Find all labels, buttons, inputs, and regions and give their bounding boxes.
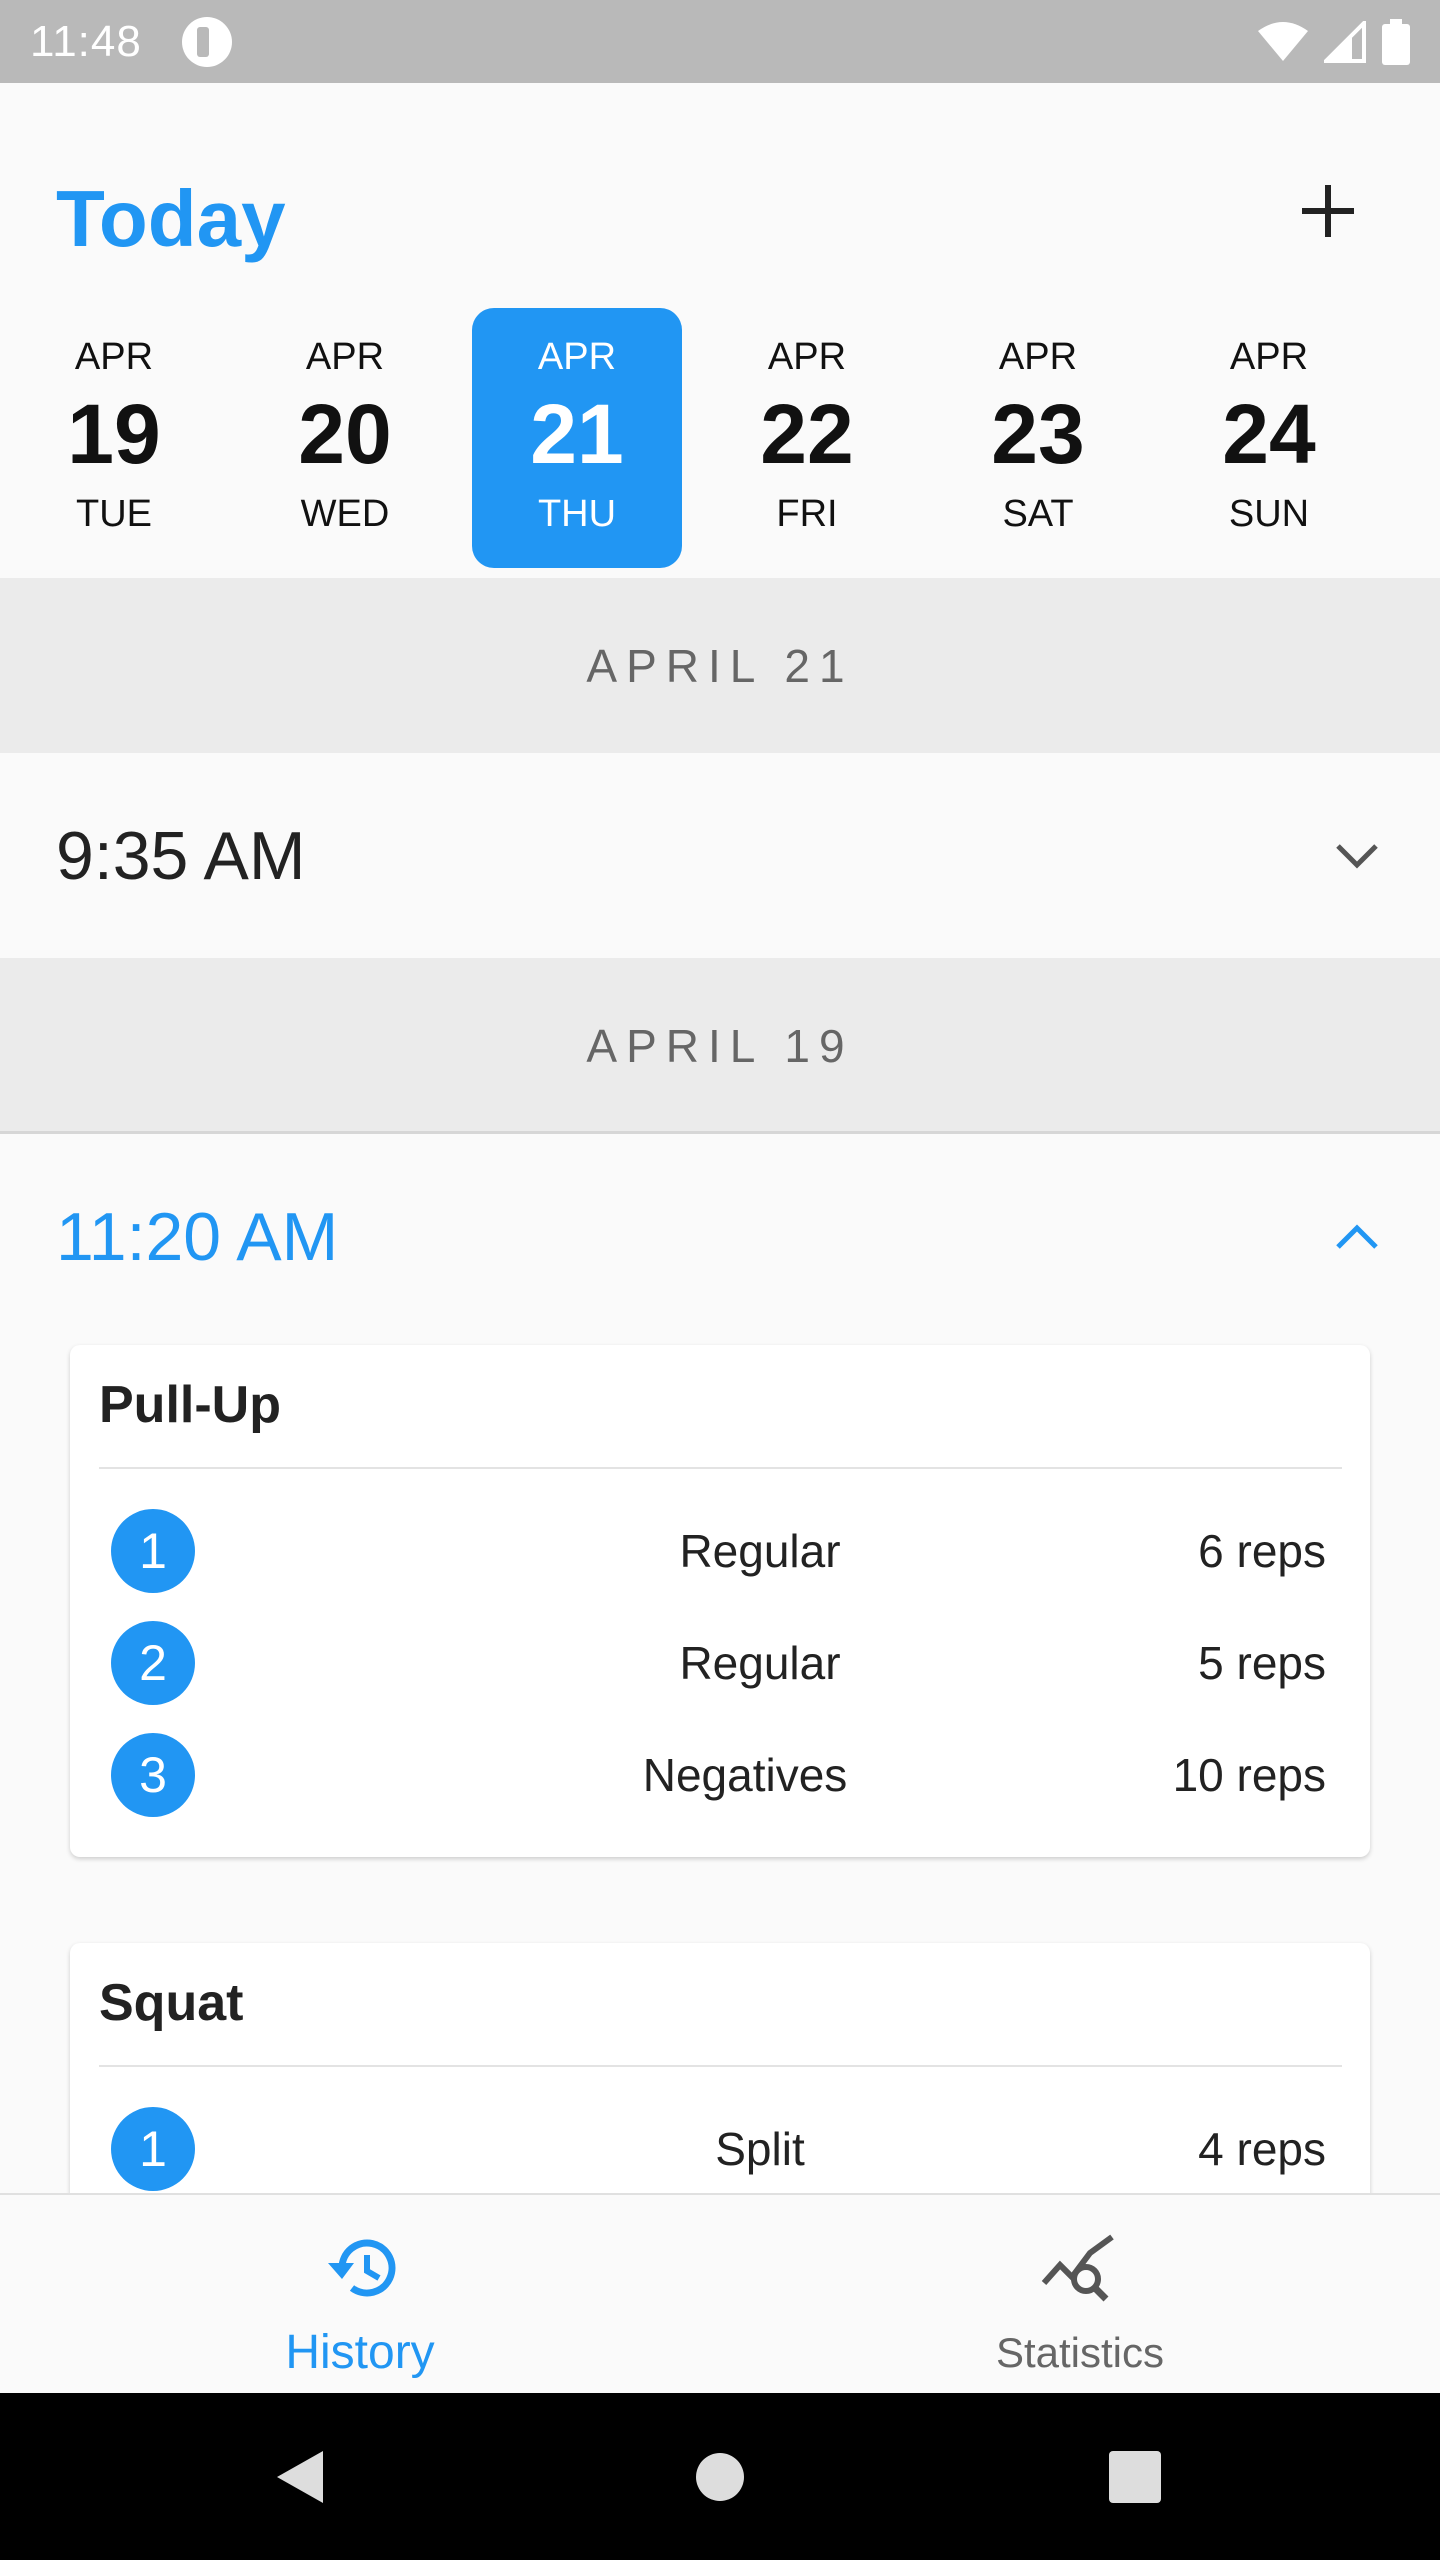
exercise-card-pull-up[interactable]: Pull-Up 1 Regular 6 reps 2 Regular 5 rep… bbox=[70, 1345, 1370, 1857]
status-bar: 11:48 bbox=[0, 0, 1440, 83]
set-reps: 4 reps bbox=[1198, 2123, 1326, 2175]
date-day: 20 bbox=[298, 387, 392, 481]
set-reps: 6 reps bbox=[1198, 1525, 1326, 1577]
set-reps: 5 reps bbox=[1198, 1637, 1326, 1689]
date-day: 22 bbox=[760, 387, 854, 481]
set-type: Negatives bbox=[642, 1749, 848, 1801]
set-row: 1 Split 4 reps bbox=[70, 2093, 1370, 2205]
section-header-april-21: APRIL 21 bbox=[0, 578, 1440, 753]
tab-statistics[interactable]: Statistics bbox=[720, 2195, 1440, 2395]
recents-icon[interactable] bbox=[1109, 2450, 1161, 2503]
back-icon[interactable] bbox=[273, 2447, 327, 2507]
tab-history[interactable]: History bbox=[0, 2195, 720, 2395]
date-strip: APR 19 TUE APR 20 WED APR 21 THU APR 22 … bbox=[0, 308, 1440, 568]
date-item-19[interactable]: APR 19 TUE bbox=[9, 308, 219, 568]
date-month: APR bbox=[305, 336, 385, 378]
exercise-name: Squat bbox=[99, 1974, 244, 2032]
date-weekday: SAT bbox=[1002, 493, 1074, 535]
status-time: 11:48 bbox=[30, 16, 142, 66]
date-item-20[interactable]: APR 20 WED bbox=[240, 308, 450, 568]
session-time: 9:35 AM bbox=[56, 817, 306, 894]
add-workout-button[interactable] bbox=[1290, 173, 1366, 249]
date-weekday: THU bbox=[537, 493, 617, 535]
exercise-name: Pull-Up bbox=[99, 1376, 281, 1434]
history-icon bbox=[328, 2239, 396, 2297]
tab-history-label: History bbox=[285, 2326, 435, 2379]
date-item-21-selected[interactable]: APR 21 THU bbox=[472, 308, 682, 568]
date-item-22[interactable]: APR 22 FRI bbox=[702, 308, 912, 568]
tab-statistics-label: Statistics bbox=[995, 2329, 1165, 2376]
set-number-badge: 1 bbox=[111, 2107, 195, 2191]
date-day: 23 bbox=[991, 387, 1085, 481]
section-header-april-19: APRIL 19 bbox=[0, 958, 1440, 1133]
bottom-navigation: History Statistics bbox=[0, 2193, 1440, 2393]
date-item-23[interactable]: APR 23 SAT bbox=[933, 308, 1143, 568]
wifi-icon bbox=[1258, 21, 1308, 61]
date-month: APR bbox=[537, 336, 617, 378]
date-month: APR bbox=[767, 336, 847, 378]
set-reps: 10 reps bbox=[1172, 1749, 1326, 1801]
date-weekday: SUN bbox=[1228, 493, 1310, 535]
page-title: Today bbox=[56, 174, 286, 263]
set-row: 3 Negatives 10 reps bbox=[70, 1719, 1370, 1831]
session-row-expanded[interactable]: 11:20 AM bbox=[0, 1134, 1440, 1339]
date-weekday: WED bbox=[300, 493, 390, 535]
session-time: 11:20 AM bbox=[56, 1198, 339, 1275]
chevron-up-icon[interactable] bbox=[1334, 1222, 1380, 1252]
status-icons bbox=[1258, 18, 1410, 65]
set-type: Split bbox=[715, 2123, 805, 2175]
date-weekday: FRI bbox=[776, 493, 838, 535]
session-row-collapsed[interactable]: 9:35 AM bbox=[0, 753, 1440, 958]
card-divider bbox=[99, 2065, 1342, 2067]
date-month: APR bbox=[74, 336, 154, 378]
home-icon[interactable] bbox=[694, 2451, 746, 2503]
statistics-icon bbox=[1041, 2234, 1114, 2302]
chevron-down-icon[interactable] bbox=[1334, 841, 1380, 871]
date-day: 24 bbox=[1222, 387, 1316, 481]
battery-icon bbox=[1382, 18, 1410, 65]
date-month: APR bbox=[998, 336, 1078, 378]
signal-icon bbox=[1324, 20, 1366, 63]
header: Today APR 19 TUE APR 20 WED APR 21 THU A… bbox=[0, 83, 1440, 578]
date-month: APR bbox=[1229, 336, 1309, 378]
set-number-badge: 3 bbox=[111, 1733, 195, 1817]
set-row: 1 Regular 6 reps bbox=[70, 1495, 1370, 1607]
date-weekday: TUE bbox=[76, 493, 152, 535]
set-number-badge: 1 bbox=[111, 1509, 195, 1593]
card-divider bbox=[99, 1467, 1342, 1469]
set-row: 2 Regular 5 reps bbox=[70, 1607, 1370, 1719]
date-item-24[interactable]: APR 24 SUN bbox=[1164, 308, 1374, 568]
system-navigation-bar bbox=[0, 2393, 1440, 2560]
app-notification-icon bbox=[181, 16, 232, 67]
date-day: 19 bbox=[67, 387, 161, 481]
set-type: Regular bbox=[679, 1525, 841, 1577]
set-type: Regular bbox=[679, 1637, 841, 1689]
date-day: 21 bbox=[530, 387, 624, 481]
set-number-badge: 2 bbox=[111, 1621, 195, 1705]
plus-icon bbox=[1302, 185, 1354, 237]
